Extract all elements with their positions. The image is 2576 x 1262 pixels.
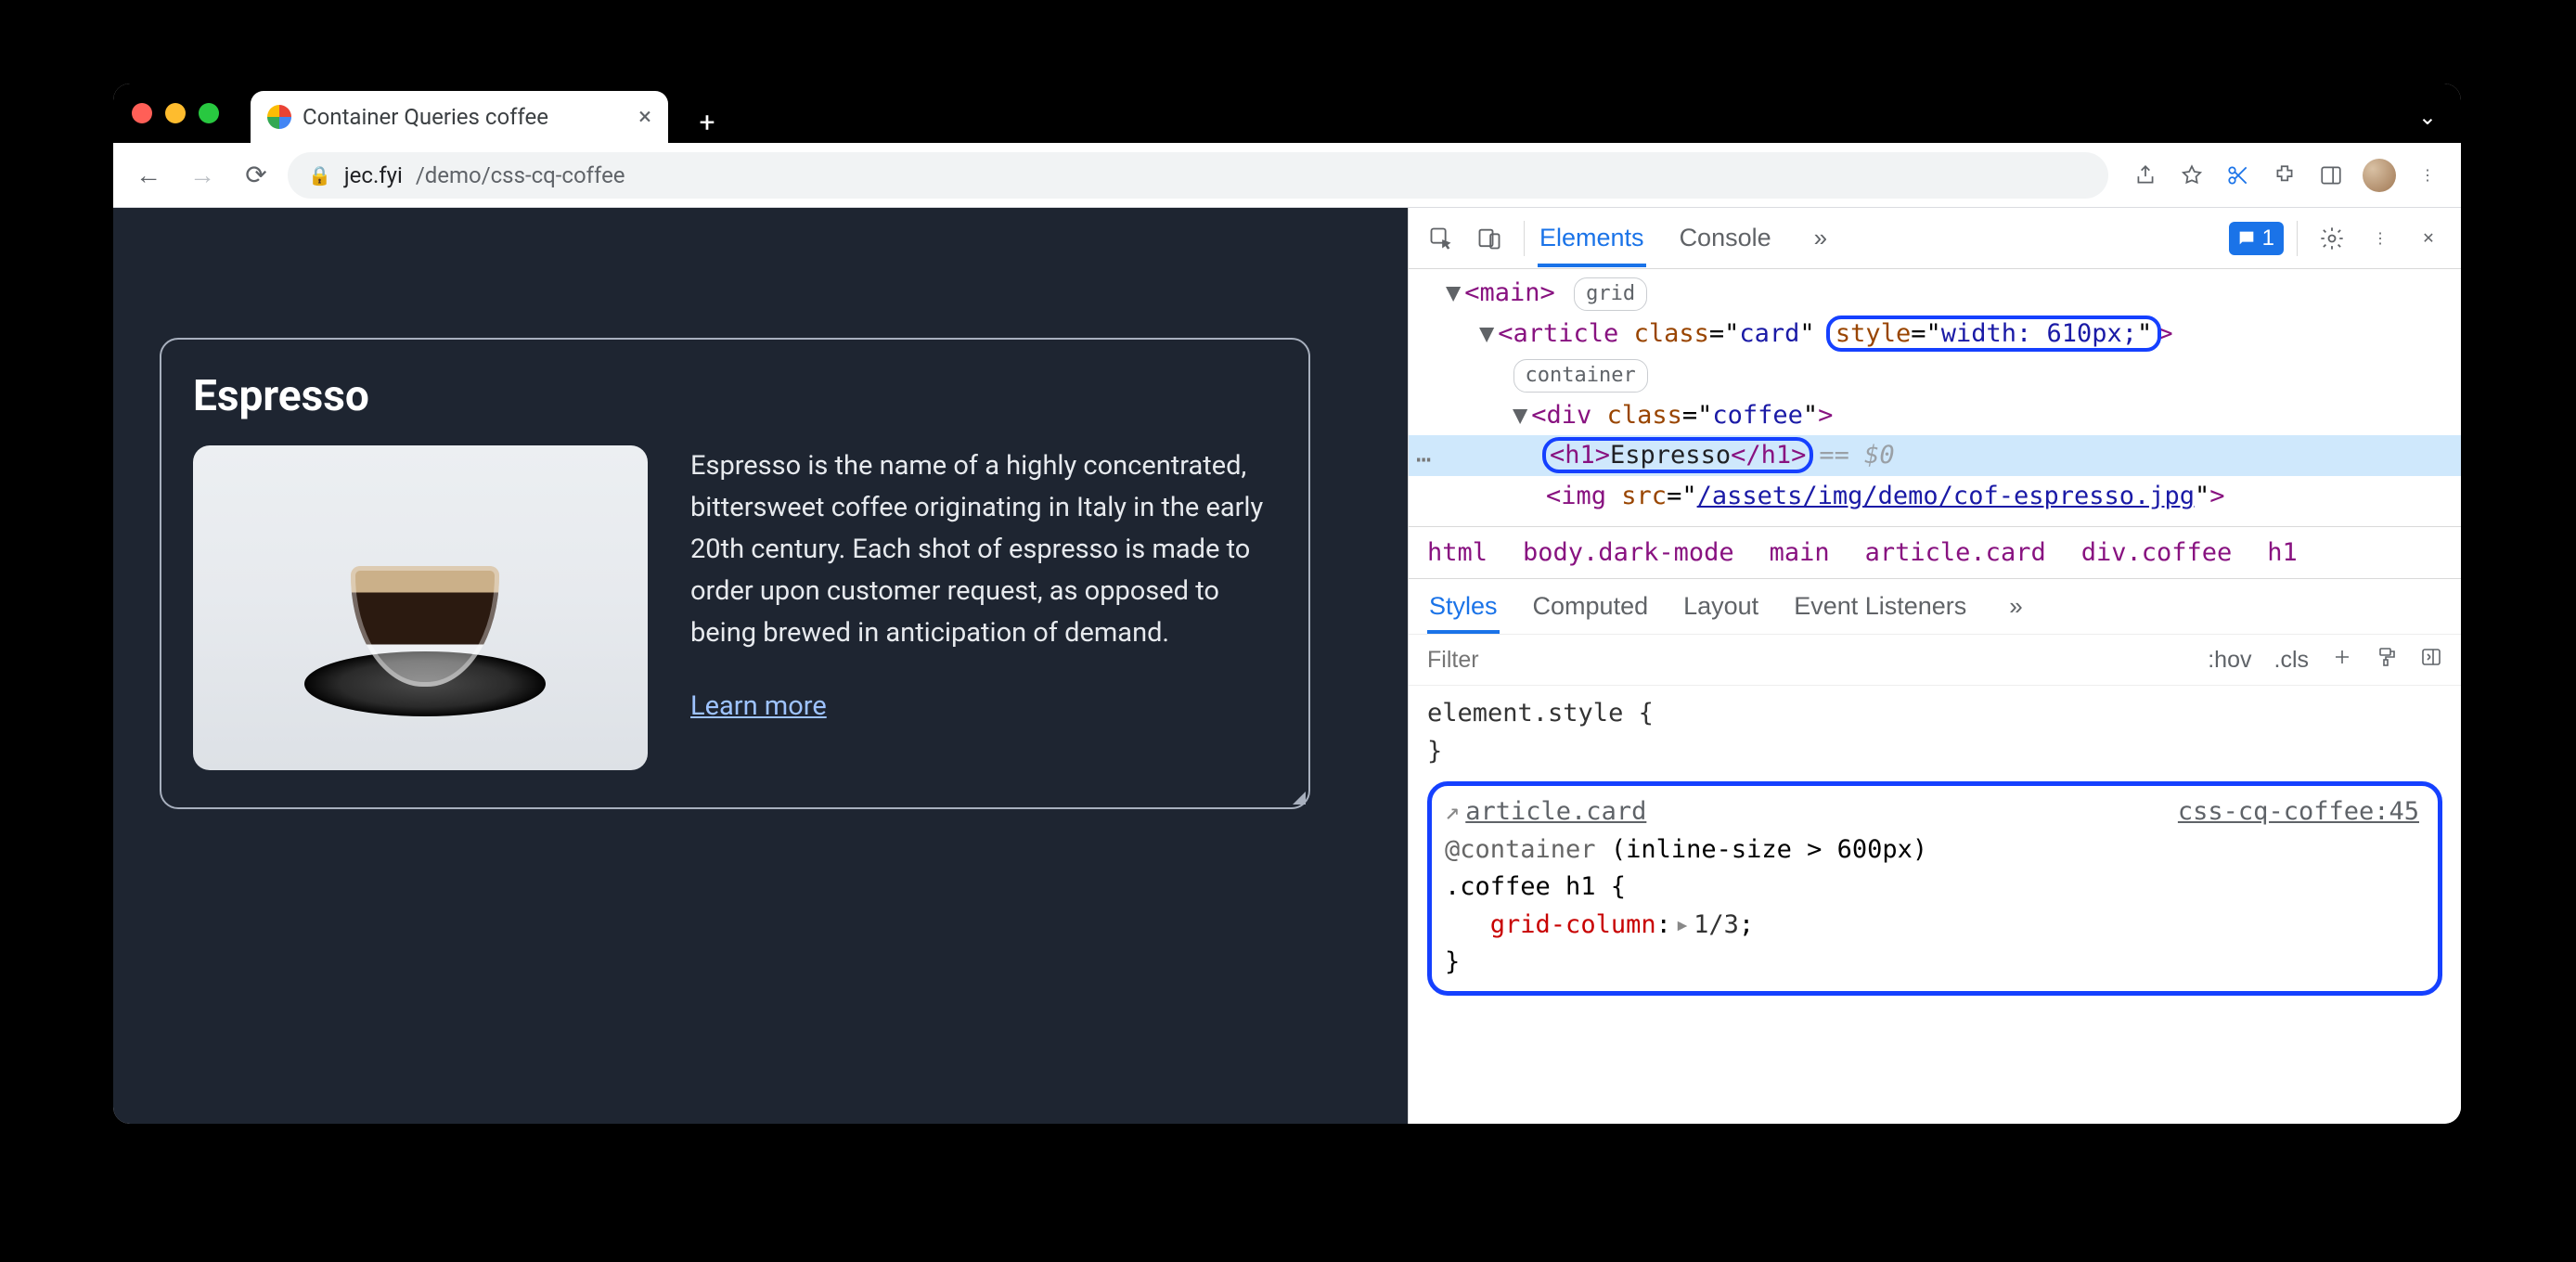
lock-icon: 🔒 <box>308 164 331 187</box>
resize-handle-icon[interactable] <box>1293 792 1306 805</box>
toolbar: ← → ⟳ 🔒 jec.fyi/demo/css-cq-coffee ⋮ <box>113 143 2461 208</box>
element-style-close: } <box>1427 733 2442 771</box>
style-rules[interactable]: element.style { } css-cq-coffee:45 ↗arti… <box>1409 686 2461 996</box>
extensions-icon[interactable] <box>2264 155 2305 196</box>
tab-console[interactable]: Console <box>1678 209 1773 267</box>
dom-tree[interactable]: ▼<main> grid ▼<article class="card" styl… <box>1409 269 2461 526</box>
dom-actions-icon[interactable]: ⋯ <box>1416 441 1431 480</box>
share-icon[interactable] <box>2125 155 2166 196</box>
issues-count: 1 <box>2262 225 2274 251</box>
toggle-sidebar-icon[interactable] <box>2409 646 2454 675</box>
tabs-overflow-button[interactable]: ⌄ <box>2418 104 2437 130</box>
url-domain: jec.fyi <box>344 162 403 188</box>
highlighted-container-rule: css-cq-coffee:45 ↗article.card @containe… <box>1427 781 2442 996</box>
inspect-element-button[interactable] <box>1420 217 1462 260</box>
coffee-image <box>193 445 648 770</box>
content-area: Espresso Espresso is the name of a highl… <box>113 208 2461 1124</box>
paint-icon[interactable] <box>2364 646 2409 675</box>
maximize-window-button[interactable] <box>199 103 219 123</box>
device-toolbar-button[interactable] <box>1468 217 1511 260</box>
styles-subtabs: Styles Computed Layout Event Listeners » <box>1409 578 2461 634</box>
issues-badge[interactable]: 1 <box>2229 222 2284 255</box>
bc-html[interactable]: html <box>1427 538 1488 567</box>
profile-avatar[interactable] <box>2363 159 2396 192</box>
devtools-panel: Elements Console » 1 ⋮ ✕ ▼<main> grid ▼<… <box>1408 208 2461 1124</box>
new-style-rule-button[interactable] <box>2320 646 2364 675</box>
grid-badge[interactable]: grid <box>1574 277 1647 311</box>
browser-window: Container Queries coffee × + ⌄ ← → ⟳ 🔒 j… <box>113 84 2461 1124</box>
card-text: Espresso is the name of a highly concent… <box>690 445 1277 728</box>
shorthand-expand-icon[interactable]: ▸ <box>1675 910 1690 939</box>
close-tab-button[interactable]: × <box>638 103 651 131</box>
devtools-tabs: Elements Console » <box>1538 209 1836 267</box>
subtab-event-listeners[interactable]: Event Listeners <box>1792 579 1968 634</box>
devtools-toolbar: Elements Console » 1 ⋮ ✕ <box>1409 208 2461 269</box>
card-paragraph: Espresso is the name of a highly concent… <box>690 450 1263 649</box>
tab-title: Container Queries coffee <box>303 104 548 130</box>
settings-button[interactable] <box>2311 217 2353 260</box>
url-path: /demo/css-cq-coffee <box>416 162 625 188</box>
reload-button[interactable]: ⟳ <box>234 153 278 198</box>
browser-tab[interactable]: Container Queries coffee × <box>251 91 668 143</box>
forward-button[interactable]: → <box>180 153 225 198</box>
bc-h1[interactable]: h1 <box>2267 538 2298 567</box>
address-bar[interactable]: 🔒 jec.fyi/demo/css-cq-coffee <box>288 152 2108 199</box>
container-badge[interactable]: container <box>1513 359 1648 393</box>
learn-more-link[interactable]: Learn more <box>690 686 1277 728</box>
container-target-link[interactable]: article.card <box>1465 797 1646 826</box>
hov-toggle[interactable]: :hov <box>2196 647 2262 674</box>
new-tab-button[interactable]: + <box>687 102 728 143</box>
rule-source-link[interactable]: css-cq-coffee:45 <box>2178 793 2419 831</box>
subtab-styles[interactable]: Styles <box>1427 579 1500 634</box>
window-controls <box>132 84 219 143</box>
chrome-menu-button[interactable]: ⋮ <box>2407 155 2448 196</box>
cls-toggle[interactable]: .cls <box>2263 647 2321 674</box>
container-link-arrow-icon[interactable]: ↗ <box>1445 797 1460 826</box>
minimize-window-button[interactable] <box>165 103 186 123</box>
bc-article[interactable]: article.card <box>1865 538 2046 567</box>
card-body: Espresso is the name of a highly concent… <box>193 445 1277 770</box>
close-devtools-button[interactable]: ✕ <box>2407 217 2450 260</box>
coffee-card: Espresso Espresso is the name of a highl… <box>160 338 1310 809</box>
tabs-more-button[interactable]: » <box>1805 224 1836 252</box>
tab-elements[interactable]: Elements <box>1538 209 1646 267</box>
selected-dom-node[interactable]: ⋯<h1>Espresso</h1>== $0 <box>1409 435 2461 476</box>
side-panel-icon[interactable] <box>2311 155 2351 196</box>
scissors-icon[interactable] <box>2218 155 2259 196</box>
subtabs-more-button[interactable]: » <box>2000 592 2031 621</box>
card-heading: Espresso <box>193 371 1277 421</box>
star-icon[interactable] <box>2171 155 2212 196</box>
subtab-layout[interactable]: Layout <box>1681 579 1760 634</box>
highlighted-style-attr: style="width: 610px;" <box>1830 319 2157 348</box>
tab-strip: Container Queries coffee × + ⌄ <box>113 84 2461 143</box>
bc-div[interactable]: div.coffee <box>2081 538 2233 567</box>
bc-body[interactable]: body.dark-mode <box>1523 538 1734 567</box>
styles-filter-input[interactable] <box>1427 647 2196 674</box>
toolbar-right: ⋮ <box>2125 155 2448 196</box>
styles-filter-row: :hov .cls <box>1409 634 2461 686</box>
subtab-computed[interactable]: Computed <box>1531 579 1651 634</box>
devtools-menu-button[interactable]: ⋮ <box>2359 217 2402 260</box>
bc-main[interactable]: main <box>1770 538 1830 567</box>
tab-favicon <box>267 105 291 129</box>
close-window-button[interactable] <box>132 103 152 123</box>
back-button[interactable]: ← <box>126 153 171 198</box>
highlighted-h1-node: <h1>Espresso</h1> <box>1546 441 1810 470</box>
element-style-open: element.style { <box>1427 695 2442 733</box>
rendered-page: Espresso Espresso is the name of a highl… <box>113 208 1408 1124</box>
dom-breadcrumb[interactable]: html body.dark-mode main article.card di… <box>1409 526 2461 578</box>
